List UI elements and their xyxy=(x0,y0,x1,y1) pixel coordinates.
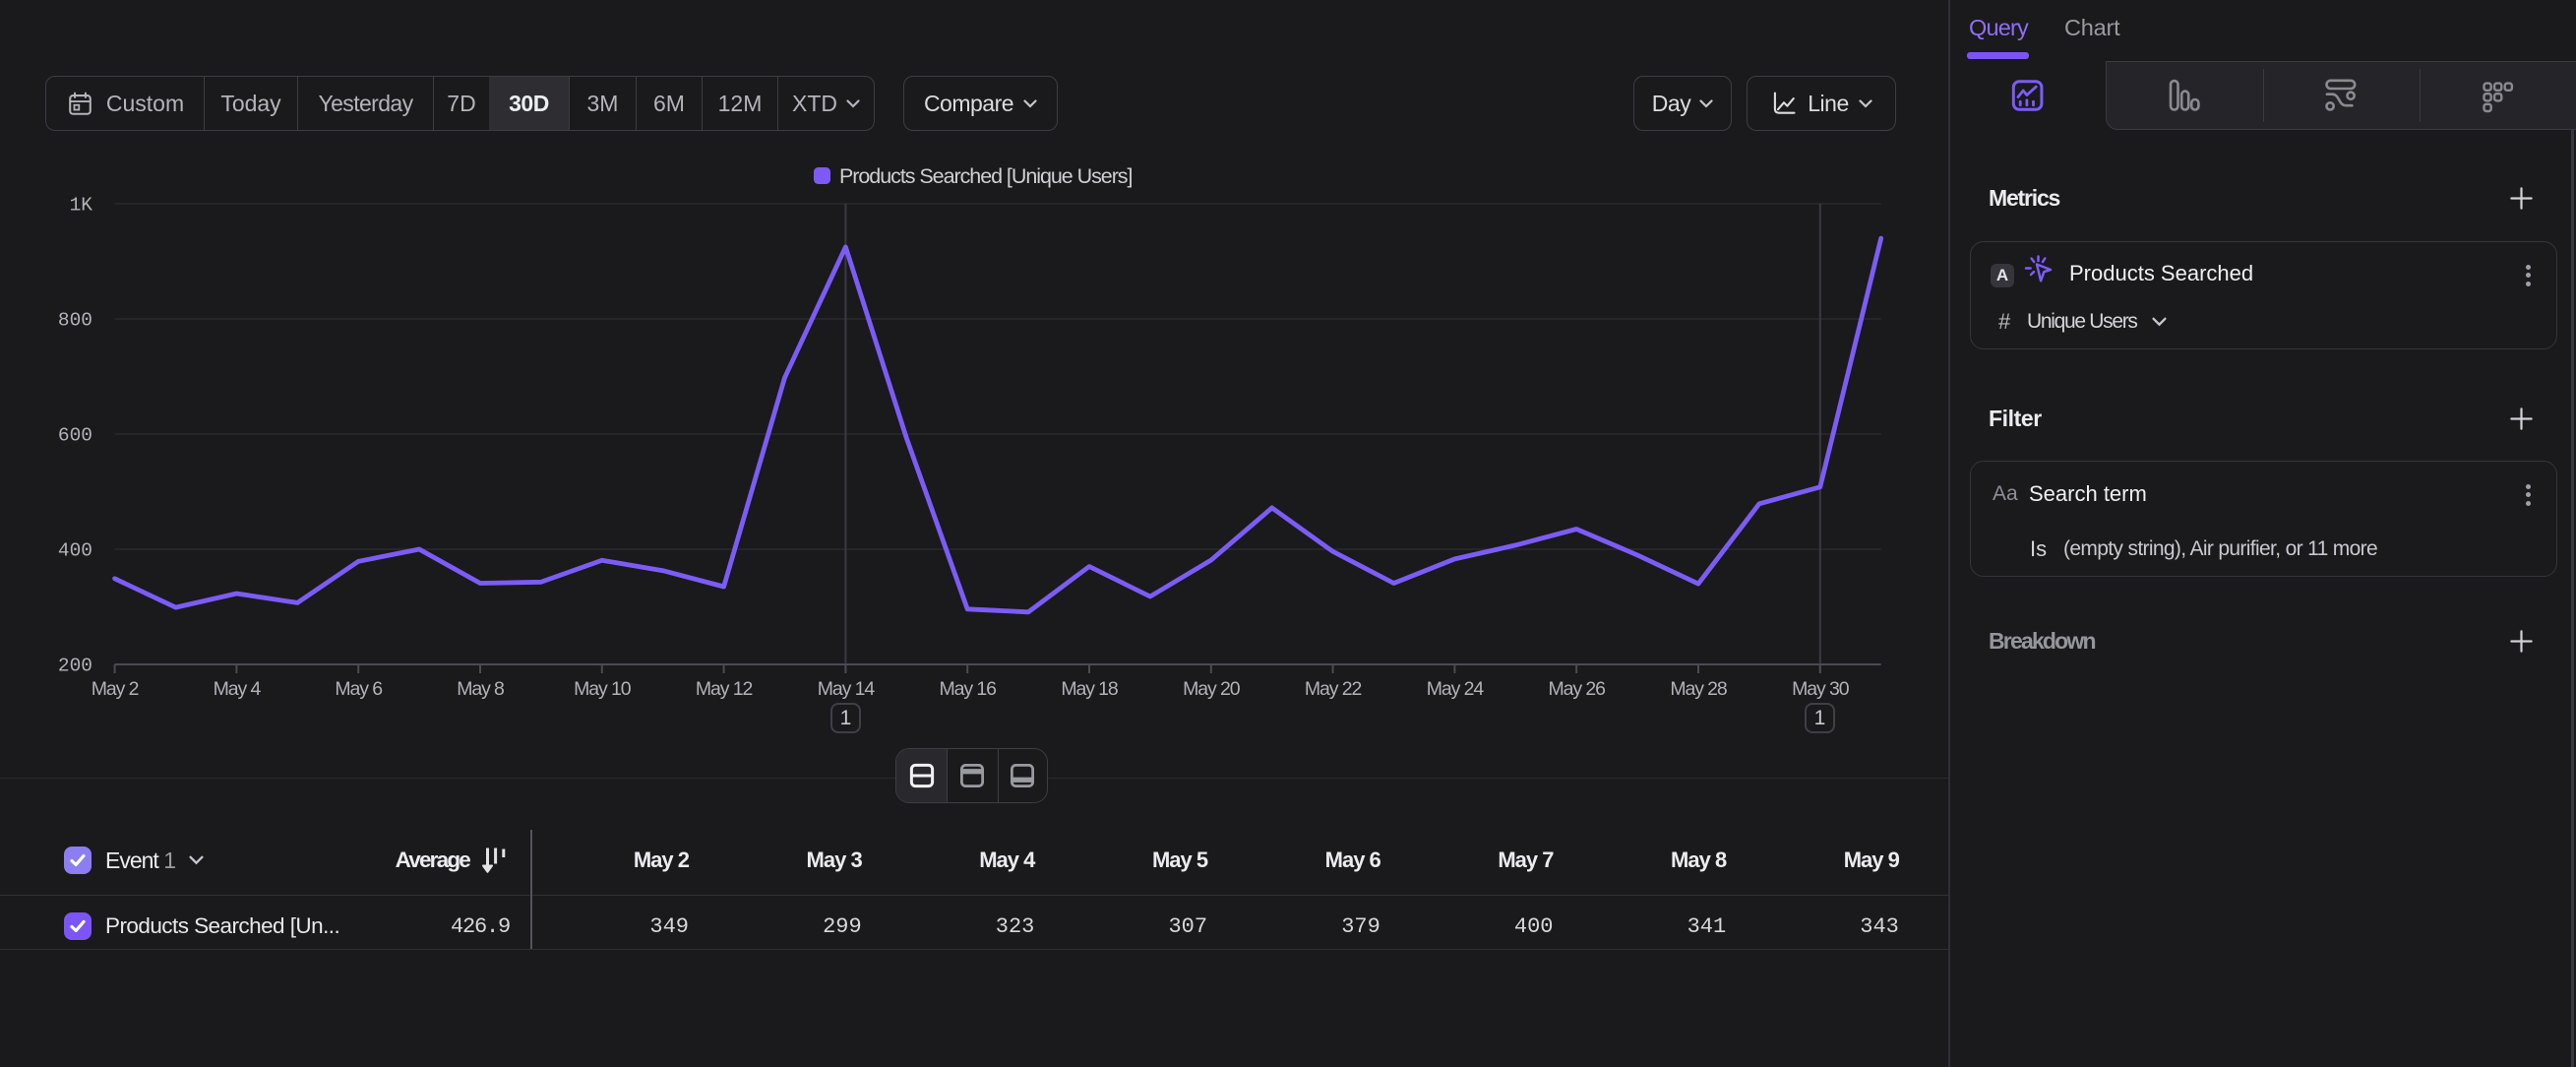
svg-text:May 14: May 14 xyxy=(818,678,876,700)
svg-text:800: 800 xyxy=(58,310,92,332)
svg-text:May 28: May 28 xyxy=(1670,678,1727,700)
svg-text:May 30: May 30 xyxy=(1792,678,1850,700)
svg-text:400: 400 xyxy=(58,540,92,562)
svg-text:May 8: May 8 xyxy=(457,678,504,700)
svg-text:May 22: May 22 xyxy=(1305,678,1362,700)
svg-text:May 2: May 2 xyxy=(92,678,139,700)
svg-text:200: 200 xyxy=(58,656,92,677)
svg-text:May 16: May 16 xyxy=(940,678,997,700)
svg-text:May 10: May 10 xyxy=(574,678,632,700)
svg-text:600: 600 xyxy=(58,425,92,447)
svg-text:May 4: May 4 xyxy=(214,678,262,700)
svg-text:May 26: May 26 xyxy=(1549,678,1606,700)
svg-text:May 18: May 18 xyxy=(1061,678,1118,700)
svg-text:May 6: May 6 xyxy=(335,678,382,700)
svg-text:May 12: May 12 xyxy=(696,678,753,700)
svg-text:1K: 1K xyxy=(70,195,93,217)
svg-text:May 20: May 20 xyxy=(1183,678,1241,700)
svg-text:May 24: May 24 xyxy=(1427,678,1485,700)
